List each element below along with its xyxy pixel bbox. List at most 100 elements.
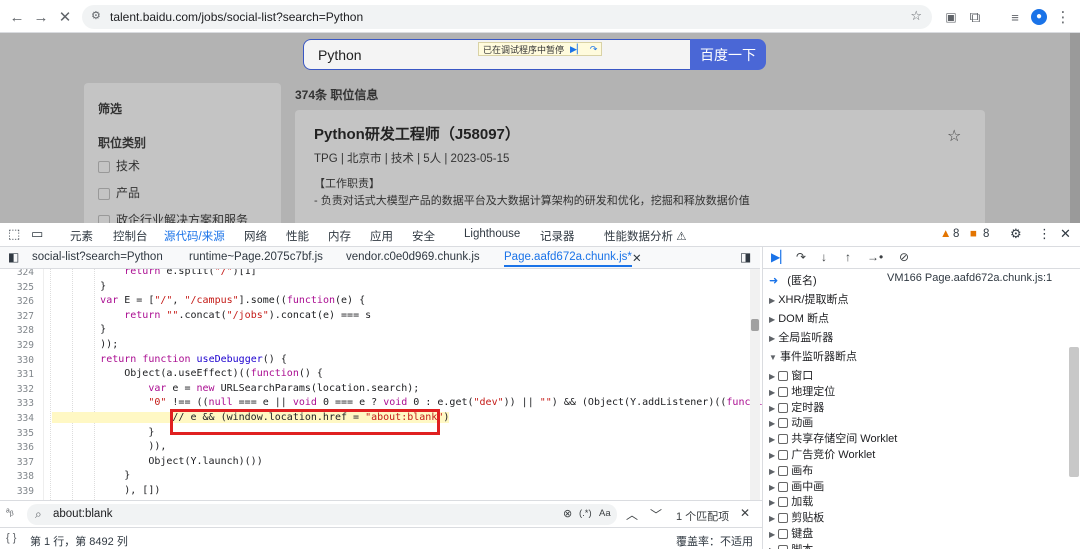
puzzle-icon[interactable]: ⧉ xyxy=(964,6,986,28)
code-line[interactable]: )), xyxy=(52,441,166,452)
event-listener-item[interactable]: ▶ 地理定位 xyxy=(769,383,835,399)
expand-icon[interactable]: ▶ xyxy=(769,296,775,305)
line-number[interactable]: 336 xyxy=(0,442,34,453)
checkbox[interactable] xyxy=(778,497,789,508)
code-line[interactable]: } xyxy=(52,324,106,335)
tab-performance-insights[interactable]: 性能数据分析 ⚠ xyxy=(604,228,687,244)
expand-icon[interactable]: ▶ xyxy=(769,315,775,324)
filter-item[interactable]: 政企行业解决方案和服务 xyxy=(98,211,248,223)
line-number[interactable]: 335 xyxy=(0,428,34,439)
code-line[interactable]: } xyxy=(52,427,154,438)
breakpoint-section[interactable]: ▼ 事件监听器断点 xyxy=(769,348,857,364)
debugger-toggle-icon[interactable]: ◨ xyxy=(740,250,751,264)
prev-match-icon[interactable]: ︿ xyxy=(626,506,638,523)
menu-icon[interactable]: ⋮ xyxy=(1052,6,1074,28)
code-line[interactable]: } xyxy=(52,470,130,481)
case-toggle[interactable]: Aa xyxy=(599,508,611,519)
resume-icon[interactable]: ▶▏ xyxy=(570,44,584,55)
event-listener-item[interactable]: ▶ 剪贴板 xyxy=(769,509,824,525)
more-icon[interactable]: ⋮ xyxy=(1038,226,1051,242)
checkbox[interactable] xyxy=(778,450,789,461)
code-line[interactable]: )); xyxy=(52,339,118,350)
code-line[interactable]: "0" !== ((null === e || void 0 === e ? v… xyxy=(52,397,762,408)
expand-icon[interactable]: ▶ xyxy=(769,451,775,460)
checkbox[interactable] xyxy=(98,187,110,200)
expand-icon[interactable]: ▶ xyxy=(769,419,775,428)
address-bar[interactable]: ⚙ talent.baidu.com/jobs/social-list?sear… xyxy=(82,5,932,29)
tab-console[interactable]: 控制台 xyxy=(113,228,148,244)
checkbox[interactable] xyxy=(778,371,789,382)
line-number[interactable]: 333 xyxy=(0,398,34,409)
code-line[interactable]: var e = new URLSearchParams(location.sea… xyxy=(52,383,419,394)
line-number[interactable]: 331 xyxy=(0,369,34,380)
tab-network[interactable]: 网络 xyxy=(244,228,267,244)
navigator-toggle-icon[interactable]: ◧ xyxy=(8,250,19,264)
expand-icon[interactable]: ▶ xyxy=(769,498,775,507)
line-number[interactable]: 330 xyxy=(0,355,34,366)
expand-icon[interactable]: ▶ xyxy=(769,467,775,476)
event-listener-item[interactable]: ▶ 画中画 xyxy=(769,478,824,494)
expand-icon[interactable]: ▶ xyxy=(769,372,775,381)
event-listener-item[interactable]: ▶ 窗口 xyxy=(769,367,813,383)
code-line[interactable]: } xyxy=(52,281,106,292)
tab-lighthouse[interactable]: Lighthouse xyxy=(464,228,520,240)
job-card[interactable]: Python研发工程师（J58097） ☆ TPG | 北京市 | 技术 | 5… xyxy=(295,110,985,223)
event-listener-item[interactable]: ▶ 脚本 xyxy=(769,541,813,549)
event-listener-item[interactable]: ▶ 动画 xyxy=(769,414,813,430)
step-icon[interactable]: →• xyxy=(867,250,883,264)
code-line[interactable]: return function useDebugger() { xyxy=(52,354,287,365)
step-out-icon[interactable]: ↑ xyxy=(845,250,851,264)
step-over-icon[interactable]: ↷ xyxy=(796,250,806,264)
extension-icon[interactable]: ▣ xyxy=(940,6,962,28)
deactivate-breakpoints-icon[interactable]: ⊘ xyxy=(899,250,909,264)
checkbox[interactable] xyxy=(778,544,789,549)
replace-toggle-icon[interactable]: ᵃᵦ xyxy=(6,507,14,518)
callstack-frame[interactable]: ➜ (匿名) VM166 Page.aafd672a.chunk.js:1 xyxy=(769,272,1052,288)
regex-toggle[interactable]: (.*) xyxy=(579,508,592,519)
line-number[interactable]: 334 xyxy=(0,413,34,424)
back-icon[interactable]: ← xyxy=(6,6,28,28)
stop-icon[interactable]: ✕ xyxy=(54,6,76,28)
line-number[interactable]: 337 xyxy=(0,457,34,468)
search-button[interactable]: 百度一下 xyxy=(690,39,766,70)
tab-memory[interactable]: 内存 xyxy=(328,228,351,244)
filter-item[interactable]: 技术 xyxy=(98,157,140,174)
file-tab-vendor[interactable]: vendor.c0e0d969.chunk.js xyxy=(346,251,480,263)
breakpoint-section[interactable]: ▶ XHR/提取断点 xyxy=(769,291,849,307)
forward-icon[interactable]: → xyxy=(30,6,52,28)
code-line[interactable]: return "".concat("/jobs").concat(e) === … xyxy=(52,310,371,321)
breakpoint-section[interactable]: ▶ 全局监听器 xyxy=(769,329,833,345)
close-search-icon[interactable]: ✕ xyxy=(740,506,750,520)
resume-icon[interactable]: ▶▏ xyxy=(771,250,789,264)
event-listener-item[interactable]: ▶ 广告竞价 Worklet xyxy=(769,446,875,462)
event-listener-item[interactable]: ▶ 定时器 xyxy=(769,399,824,415)
code-line[interactable]: return e.split("/")[1] xyxy=(52,269,256,277)
issues-icon[interactable]: ■ xyxy=(970,228,977,240)
line-number[interactable]: 324 xyxy=(0,269,34,278)
line-number[interactable]: 325 xyxy=(0,282,34,293)
pretty-print-icon[interactable]: { } xyxy=(6,532,16,544)
tab-performance[interactable]: 性能 xyxy=(286,228,309,244)
line-number[interactable]: 328 xyxy=(0,325,34,336)
event-listener-item[interactable]: ▶ 画布 xyxy=(769,462,813,478)
clear-icon[interactable]: ⊗ xyxy=(563,507,572,520)
file-tab-page-active[interactable]: Page.aafd672a.chunk.js* xyxy=(504,251,632,267)
step-over-icon[interactable]: ↷ xyxy=(590,44,598,55)
inspect-icon[interactable]: ⬚ xyxy=(8,226,20,242)
line-number[interactable]: 338 xyxy=(0,471,34,482)
checkbox[interactable] xyxy=(778,513,789,524)
profile-icon[interactable]: ● xyxy=(1028,6,1050,28)
breakpoint-section[interactable]: ▶ DOM 断点 xyxy=(769,310,829,326)
scroll-thumb[interactable] xyxy=(751,319,759,331)
line-number[interactable]: 326 xyxy=(0,296,34,307)
file-tab-social-list[interactable]: social-list?search=Python xyxy=(32,251,163,263)
expand-icon[interactable]: ▶ xyxy=(769,514,775,523)
tab-sources[interactable]: 源代码/来源 xyxy=(164,228,225,249)
checkbox[interactable] xyxy=(778,402,789,413)
expand-icon[interactable]: ▶ xyxy=(769,483,775,492)
expand-icon[interactable]: ▶ xyxy=(769,435,775,444)
warning-icon[interactable]: ▲ xyxy=(940,228,951,240)
close-icon[interactable]: ✕ xyxy=(1060,226,1071,242)
settings-gear-icon[interactable]: ⚙ xyxy=(1010,226,1022,242)
tab-recorder[interactable]: 记录器 xyxy=(540,228,575,244)
